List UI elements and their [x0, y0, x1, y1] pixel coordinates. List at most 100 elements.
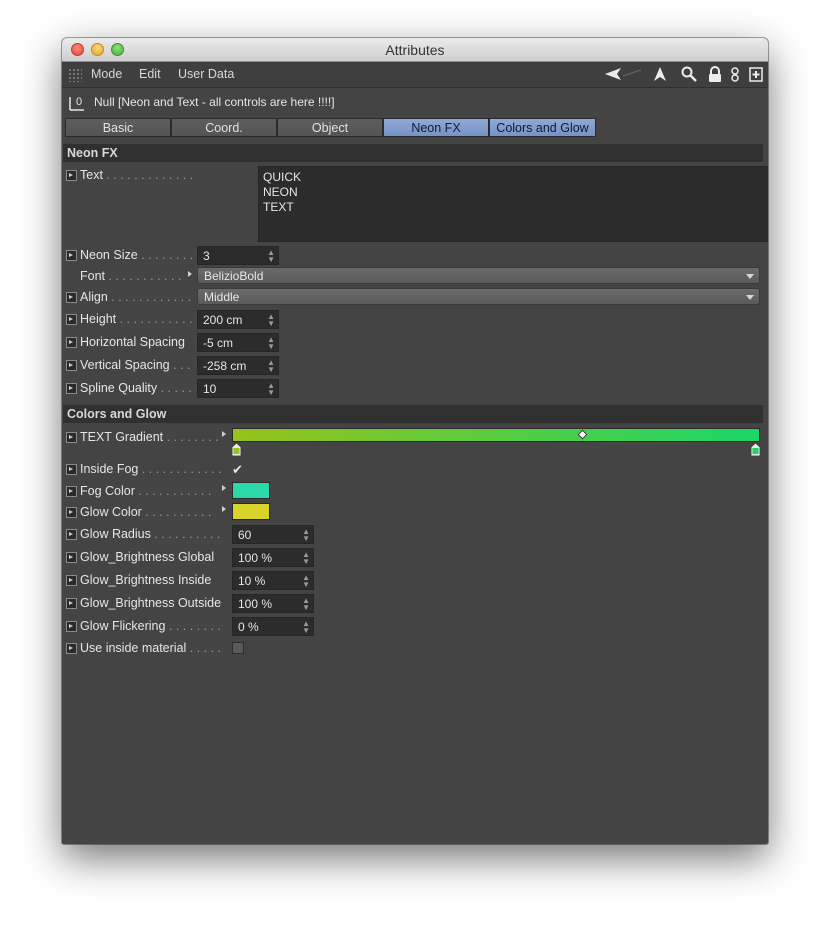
gradient-start-knot[interactable] — [232, 443, 241, 456]
tab-basic[interactable]: Basic — [65, 118, 171, 137]
keyframe-icon[interactable] — [66, 529, 77, 540]
horizontal-spacing-label: Horizontal Spacing — [80, 335, 185, 349]
font-dropdown[interactable]: BelizioBold — [197, 267, 760, 284]
title-bar: Attributes — [62, 38, 768, 62]
keyframe-icon[interactable] — [66, 432, 77, 443]
glow-brightness-inside-label: Glow_Brightness Inside — [80, 573, 212, 587]
use-inside-material-row: Use inside material . . . . . — [62, 639, 768, 659]
new-panel-icon[interactable] — [748, 66, 764, 83]
keyframe-icon[interactable] — [66, 552, 77, 563]
spinner-icon[interactable]: ▲ ▼ — [302, 551, 310, 566]
spinner-icon[interactable]: ▲ ▼ — [267, 313, 275, 328]
keyframe-icon[interactable] — [66, 170, 77, 181]
text-line: NEON — [263, 185, 298, 199]
height-row: Height . . . . . . . . . . . 200 cm ▲ ▼ — [62, 310, 768, 330]
glow-brightness-global-label: Glow_Brightness Global — [80, 550, 215, 564]
expand-arrow-icon[interactable] — [222, 485, 226, 491]
font-label: Font . . . . . . . . . . . — [80, 269, 182, 283]
expand-arrow-icon[interactable] — [188, 271, 192, 277]
glow-brightness-outside-field[interactable]: 100 % ▲ ▼ — [232, 594, 314, 613]
align-row: Align . . . . . . . . . . . . Middle — [62, 288, 768, 308]
font-row: Font . . . . . . . . . . . BelizioBold — [62, 267, 768, 287]
expand-arrow-icon[interactable] — [222, 431, 226, 437]
text-gradient-row: TEXT Gradient . . . . . . . . — [62, 428, 768, 456]
keyframe-icon[interactable] — [66, 486, 77, 497]
glow-brightness-global-row: Glow_Brightness Global 100 % ▲ ▼ — [62, 548, 768, 568]
vertical-spacing-field[interactable]: -258 cm ▲ ▼ — [197, 356, 279, 375]
search-icon[interactable] — [680, 66, 698, 83]
neon-size-row: Neon Size . . . . . . . . 3 ▲ ▼ — [62, 246, 768, 266]
spinner-icon[interactable]: ▲ ▼ — [302, 597, 310, 612]
fog-color-label: Fog Color . . . . . . . . . . . — [80, 484, 212, 498]
tab-object[interactable]: Object — [277, 118, 383, 137]
glow-brightness-inside-field[interactable]: 10 % ▲ ▼ — [232, 571, 314, 590]
glow-color-label: Glow Color . . . . . . . . . . — [80, 505, 212, 519]
spinner-icon[interactable]: ▲ ▼ — [267, 359, 275, 374]
glow-brightness-global-field[interactable]: 100 % ▲ ▼ — [232, 548, 314, 567]
keyframe-icon[interactable] — [66, 383, 77, 394]
neon-size-label: Neon Size . . . . . . . . — [80, 248, 194, 262]
glow-brightness-outside-row: Glow_Brightness Outside 100 % ▲ ▼ — [62, 594, 768, 614]
horizontal-spacing-field[interactable]: -5 cm ▲ ▼ — [197, 333, 279, 352]
spinner-icon[interactable]: ▲ ▼ — [302, 574, 310, 589]
fog-color-swatch[interactable] — [232, 482, 270, 499]
tab-coord[interactable]: Coord. — [171, 118, 277, 137]
keyframe-icon[interactable] — [66, 598, 77, 609]
chevron-down-icon — [746, 295, 754, 300]
glow-color-row: Glow Color . . . . . . . . . . — [62, 503, 768, 523]
tab-colors-and-glow[interactable]: Colors and Glow — [489, 118, 596, 137]
keyframe-icon[interactable] — [66, 621, 77, 632]
fog-color-row: Fog Color . . . . . . . . . . . — [62, 482, 768, 502]
link-icon[interactable] — [729, 66, 741, 83]
keyframe-icon[interactable] — [66, 575, 77, 586]
keyframe-icon[interactable] — [66, 507, 77, 518]
spinner-icon[interactable]: ▲ ▼ — [302, 528, 310, 543]
menu-bar: Mode Edit User Data — [62, 62, 768, 88]
spline-quality-row: Spline Quality . . . . . 10 ▲ ▼ — [62, 379, 768, 399]
keyframe-icon[interactable] — [66, 643, 77, 654]
keyframe-icon[interactable] — [66, 314, 77, 325]
spline-quality-field[interactable]: 10 ▲ ▼ — [197, 379, 279, 398]
text-gradient-bar[interactable] — [232, 428, 760, 442]
menu-user-data[interactable]: User Data — [178, 67, 234, 81]
keyframe-icon[interactable] — [66, 292, 77, 303]
align-dropdown[interactable]: Middle — [197, 288, 760, 305]
keyframe-icon[interactable] — [66, 360, 77, 371]
grip-icon[interactable] — [68, 68, 82, 82]
spinner-icon[interactable]: ▲ ▼ — [302, 620, 310, 635]
inside-fog-checkbox[interactable]: ✔ — [232, 463, 244, 476]
align-label: Align . . . . . . . . . . . . — [80, 290, 192, 304]
spline-quality-label: Spline Quality . . . . . — [80, 381, 192, 395]
keyframe-icon[interactable] — [66, 464, 77, 475]
null-object-icon: 0 — [69, 96, 84, 111]
gradient-midpoint-handle[interactable] — [577, 429, 588, 440]
chevron-down-icon — [746, 274, 754, 279]
keyframe-icon[interactable] — [66, 337, 77, 348]
lock-icon[interactable] — [707, 66, 723, 83]
back-arrow-icon[interactable] — [603, 66, 645, 83]
text-line: QUICK — [263, 170, 302, 184]
text-input[interactable]: QUICK NEON TEXT — [258, 166, 768, 242]
use-inside-material-checkbox[interactable] — [232, 642, 244, 654]
forward-arrow-icon[interactable] — [652, 66, 668, 83]
glow-radius-field[interactable]: 60 ▲ ▼ — [232, 525, 314, 544]
height-field[interactable]: 200 cm ▲ ▼ — [197, 310, 279, 329]
neon-size-field[interactable]: 3 ▲ ▼ — [197, 246, 279, 265]
section-neon-fx: Neon FX — [63, 144, 763, 162]
vertical-spacing-row: Vertical Spacing . . . -258 cm ▲ ▼ — [62, 356, 768, 376]
menu-edit[interactable]: Edit — [139, 67, 161, 81]
glow-flickering-field[interactable]: 0 % ▲ ▼ — [232, 617, 314, 636]
glow-flickering-row: Glow Flickering . . . . . . . . 0 % ▲ ▼ — [62, 617, 768, 637]
spinner-icon[interactable]: ▲ ▼ — [267, 249, 275, 264]
expand-arrow-icon[interactable] — [222, 506, 226, 512]
keyframe-icon[interactable] — [66, 250, 77, 261]
object-header: 0 Null [Neon and Text - all controls are… — [62, 88, 768, 116]
menu-mode[interactable]: Mode — [91, 67, 122, 81]
inside-fog-row: Inside Fog . . . . . . . . . . . . ✔ — [62, 460, 768, 480]
spinner-icon[interactable]: ▲ ▼ — [267, 336, 275, 351]
glow-brightness-outside-label: Glow_Brightness Outside — [80, 596, 222, 610]
glow-color-swatch[interactable] — [232, 503, 270, 520]
tab-neon-fx[interactable]: Neon FX — [383, 118, 489, 137]
gradient-end-knot[interactable] — [751, 443, 760, 456]
spinner-icon[interactable]: ▲ ▼ — [267, 382, 275, 397]
